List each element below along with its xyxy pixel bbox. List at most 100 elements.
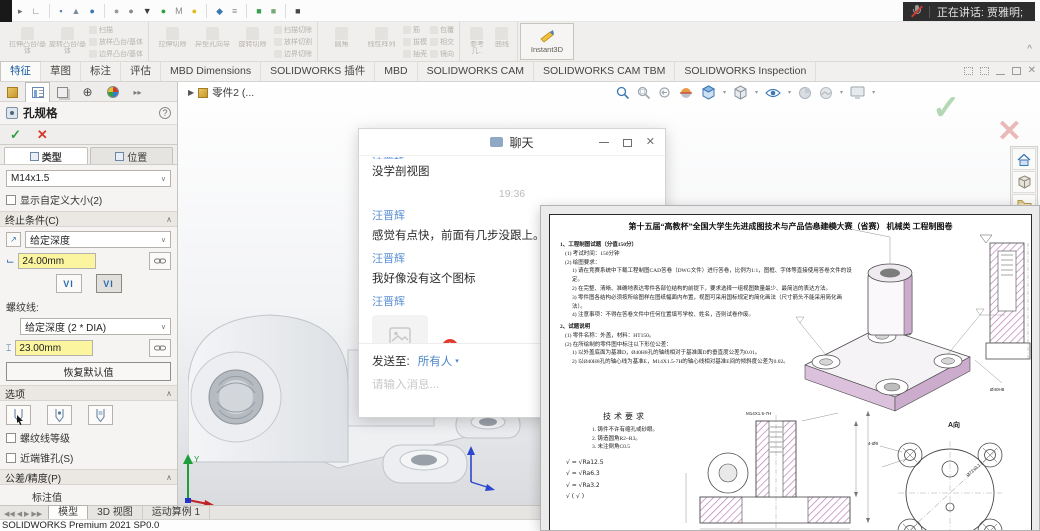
exam-drawing-window[interactable]: 第十五届“高教杯”全国大学生先进成图技术与产品信息建模大赛（省赛） 机械类 工程… [540, 205, 1040, 531]
thread-end-condition-button-1[interactable]: VI [56, 274, 82, 293]
brush-tool-icon[interactable]: ● [128, 7, 133, 16]
hole-size-dropdown[interactable]: M14x1.5∨ [6, 170, 171, 187]
fillet-button[interactable]: 圆角 [323, 27, 360, 57]
thread-end-condition-button-2[interactable]: VI [96, 274, 122, 293]
design-library-tab[interactable] [1012, 171, 1036, 193]
ellipse-tool-icon[interactable]: ● [89, 7, 94, 16]
apply-scene-icon[interactable] [819, 86, 833, 100]
chat-close-icon[interactable]: ✕ [646, 137, 655, 148]
thread-class-checkbox[interactable]: 螺纹线等级 [6, 430, 171, 445]
intersect-button[interactable]: 相交 [430, 36, 454, 47]
thread-depth-input[interactable] [15, 340, 93, 356]
marker-tool-icon[interactable]: ▼ [143, 7, 152, 16]
hole-wizard-button[interactable]: 异型孔向导 [194, 27, 231, 57]
hole-callout-option-1[interactable] [6, 405, 31, 425]
3d-views-tab[interactable]: 3D 视图 [88, 506, 143, 519]
laser-green-icon[interactable]: ● [161, 7, 166, 16]
muted-mic-icon[interactable] [912, 5, 922, 18]
confirm-cancel-icon[interactable]: ✕ [997, 114, 1022, 149]
motion-study-tab[interactable]: 运动算例 1 [143, 506, 210, 519]
chevron-down-icon[interactable]: ▾ [788, 89, 791, 96]
grid-icon[interactable]: ■ [271, 7, 276, 16]
dimxpertmanager-tab[interactable]: ⊕ [75, 82, 100, 102]
chat-titlebar[interactable]: 聊天 ✕ [359, 129, 665, 156]
tab-mbd-dimensions[interactable]: MBD Dimensions [161, 62, 261, 81]
list-icon[interactable]: ≡ [232, 7, 237, 16]
tab-inspection[interactable]: SOLIDWORKS Inspection [675, 62, 816, 81]
expand-arrow-icon[interactable]: ▶ [188, 88, 194, 97]
extruded-cut-button[interactable]: 拉伸切除 [154, 27, 191, 57]
featuremanager-tab[interactable] [0, 82, 25, 102]
ruler-icon[interactable]: ∟ [32, 7, 41, 16]
edit-appearance-icon[interactable] [798, 86, 812, 100]
link-thread-depth-button[interactable] [149, 339, 171, 357]
extruded-boss-button[interactable]: 拉伸凸台/基体 [9, 27, 46, 57]
show-custom-size-checkbox[interactable]: 显示自定义大小(2) [6, 192, 171, 207]
boundary-boss-button[interactable]: 边界凸台/基体 [89, 48, 143, 59]
tolerance-precision-header[interactable]: 公差/精度(P)∧ [0, 469, 177, 485]
send-to-dropdown[interactable]: 所有人▾ [418, 353, 459, 369]
tab-evaluate[interactable]: 评估 [121, 62, 161, 81]
chevron-down-icon[interactable]: ▾ [872, 89, 875, 96]
pane-icon[interactable] [964, 67, 973, 75]
mirror-button[interactable]: 镜向 [430, 48, 454, 59]
cancel-button[interactable]: ✕ [37, 127, 48, 143]
chat-minimize-icon[interactable] [599, 142, 609, 143]
close-icon[interactable]: ✕ [1028, 66, 1036, 76]
previous-view-icon[interactable] [658, 86, 672, 100]
chevron-down-icon[interactable]: ▾ [723, 89, 726, 96]
shell-button[interactable]: 抽壳 [403, 48, 427, 59]
select-pointer-icon[interactable]: ▸ [18, 7, 23, 16]
model-tab[interactable]: 模型 [48, 505, 88, 519]
link-depth-button[interactable] [149, 252, 171, 270]
revolved-boss-button[interactable]: 旋转凸台/基体 [49, 27, 86, 57]
instant3d-button[interactable]: Instant3D [520, 23, 574, 60]
hide-show-icon[interactable] [765, 87, 781, 99]
lofted-cut-button[interactable]: 放样切割 [274, 36, 312, 47]
boundary-cut-button[interactable]: 边界切除 [274, 48, 312, 59]
view-settings-icon[interactable] [850, 86, 865, 99]
display-style-icon[interactable] [733, 85, 748, 100]
tab-addins[interactable]: SOLIDWORKS 插件 [261, 62, 375, 81]
chevron-down-icon[interactable]: ▾ [755, 89, 758, 96]
tab-sketch[interactable]: 草图 [41, 62, 81, 81]
lofted-boss-button[interactable]: 放样凸台/基体 [89, 36, 143, 47]
resources-tab[interactable] [1012, 148, 1036, 170]
highlight-icon[interactable]: ● [192, 7, 197, 16]
tab-features[interactable]: 特征 [0, 61, 41, 81]
view-orientation-icon[interactable] [701, 85, 716, 100]
help-icon[interactable]: ? [159, 107, 171, 119]
triangle-tool-icon[interactable]: ▲ [72, 7, 81, 16]
rib-button[interactable]: 筋 [403, 24, 427, 35]
rect-tool-icon[interactable]: ▪ [59, 7, 62, 16]
draft-button[interactable]: 拔模 [403, 36, 427, 47]
swept-cut-button[interactable]: 扫描切除 [274, 24, 312, 35]
minimize-icon[interactable] [996, 74, 1005, 75]
swept-boss-button[interactable]: 扫描 [89, 24, 143, 35]
pen-tool-icon[interactable]: ● [114, 7, 119, 16]
type-tab[interactable]: 类型 [4, 147, 88, 164]
propertymanager-tab[interactable] [25, 82, 50, 102]
blind-depth-input[interactable] [18, 253, 96, 269]
restore-icon[interactable] [1012, 67, 1021, 75]
end-condition-header[interactable]: 终止条件(C)∧ [0, 211, 177, 227]
curves-button[interactable]: 曲线 [492, 27, 512, 57]
note-icon[interactable]: ◆ [216, 7, 223, 16]
text-tool-icon[interactable]: M [175, 7, 183, 16]
save-icon[interactable]: ■ [256, 7, 261, 16]
chat-maximize-icon[interactable] [623, 139, 632, 147]
collapse-ribbon-chevron[interactable]: ^ [1027, 44, 1032, 55]
position-tab[interactable]: 位置 [90, 147, 174, 164]
image-attachment-placeholder[interactable] [372, 315, 428, 343]
reference-geometry-button[interactable]: 参考几.. [465, 27, 489, 57]
displaymanager-tab[interactable] [100, 82, 125, 102]
options-header[interactable]: 选项∧ [0, 385, 177, 401]
more-icon[interactable]: ■ [295, 7, 300, 16]
end-condition-dropdown[interactable]: 给定深度∨ [25, 231, 171, 248]
near-side-countersink-checkbox[interactable]: 近端锥孔(S) [6, 450, 171, 465]
tab-mbd[interactable]: MBD [375, 62, 417, 81]
zoom-area-icon[interactable] [637, 86, 651, 100]
ok-button[interactable]: ✓ [10, 127, 21, 143]
thread-depth-type-dropdown[interactable]: 给定深度 (2 * DIA)∨ [20, 318, 171, 335]
restore-defaults-button[interactable]: 恢复默认值 [6, 362, 171, 381]
